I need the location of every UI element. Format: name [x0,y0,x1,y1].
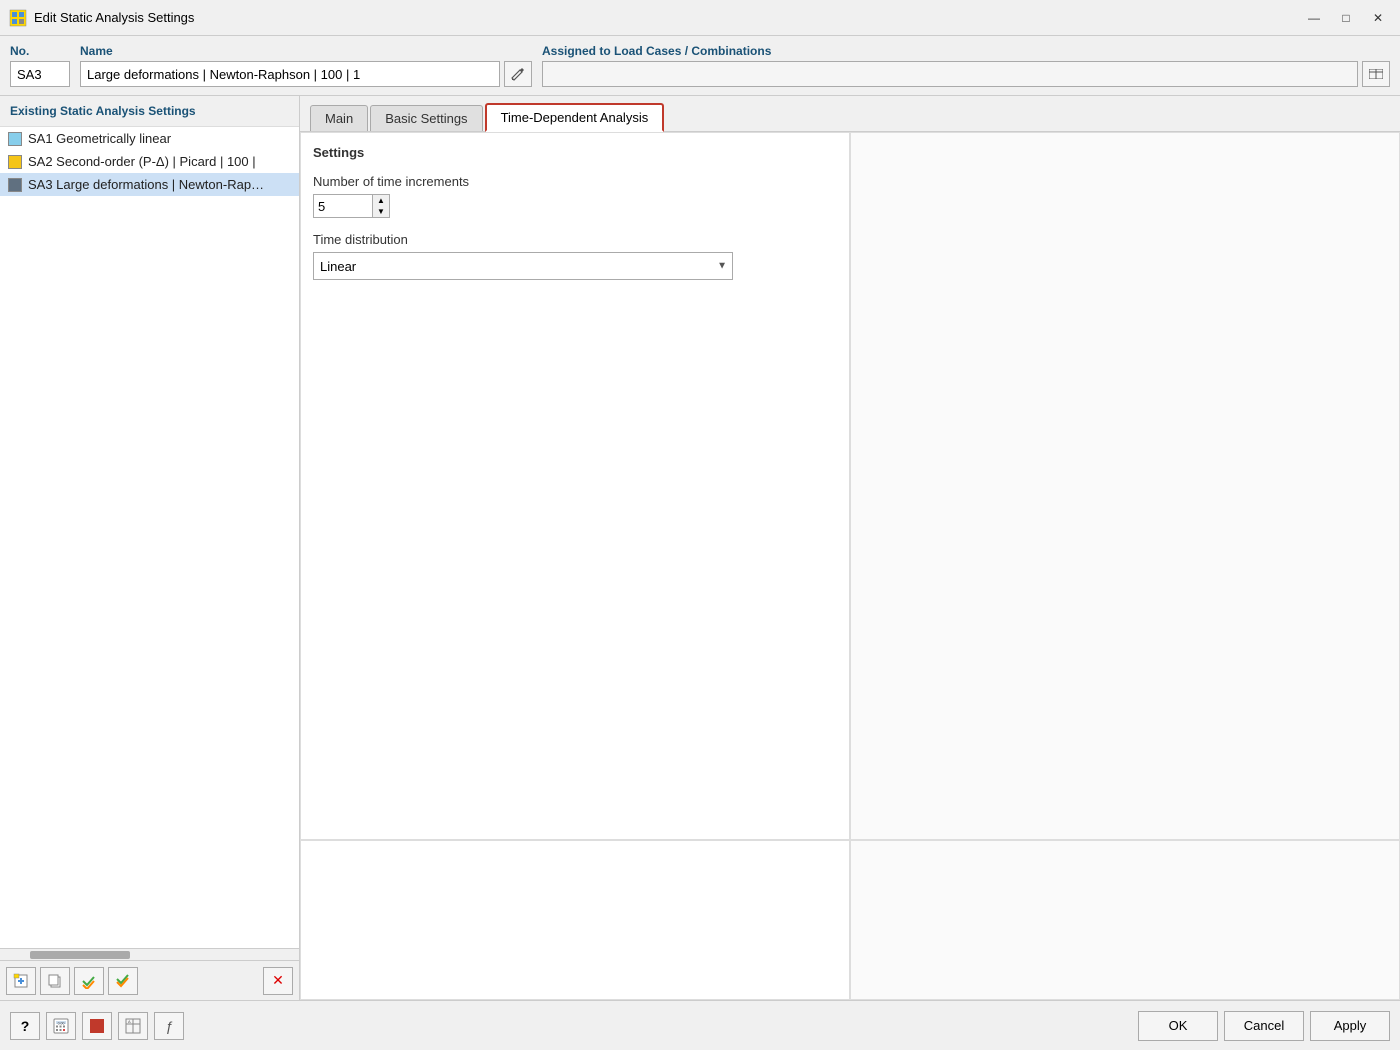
help-icon: ? [21,1018,30,1034]
right-panel: Main Basic Settings Time-Dependent Analy… [300,96,1400,1000]
svg-text:A: A [128,1019,131,1024]
no-field-group: No. [10,44,70,87]
maximize-button[interactable]: □ [1332,6,1360,30]
no-input[interactable] [10,61,70,87]
num-increments-down[interactable]: ▼ [373,206,389,217]
sidebar-list: SA1 Geometrically linear SA2 Second-orde… [0,127,299,948]
formula-button[interactable]: ƒ [154,1012,184,1040]
copy-item-button[interactable] [40,967,70,995]
sidebar-header: Existing Static Analysis Settings [0,96,299,127]
help-button[interactable]: ? [10,1012,40,1040]
bottom-bar-left: ? 0.00 A [10,1012,184,1040]
num-increments-spinner: ▲ ▼ [373,194,390,218]
check-icon-2 [115,973,131,989]
bottom-bar: ? 0.00 A [0,1000,1400,1050]
cancel-button[interactable]: Cancel [1224,1011,1304,1041]
check-button-1[interactable] [74,967,104,995]
new-icon [13,973,29,989]
sa2-color-swatch [8,155,22,169]
name-input-wrapper [80,61,532,87]
sidebar-item-sa3[interactable]: SA3 Large deformations | Newton-Rap… [0,173,299,196]
tab-basic-settings[interactable]: Basic Settings [370,105,482,131]
formula-icon: ƒ [165,1018,173,1034]
dialog-content: Existing Static Analysis Settings SA1 Ge… [0,96,1400,1000]
new-item-button[interactable] [6,967,36,995]
sa3-label: SA3 Large deformations | Newton-Rap… [28,177,264,192]
num-increments-input-wrapper: ▲ ▼ [313,194,837,218]
bottom-bar-right: OK Cancel Apply [1138,1011,1390,1041]
minimize-button[interactable]: — [1300,6,1328,30]
tabs-bar: Main Basic Settings Time-Dependent Analy… [300,96,1400,132]
edit-icon [511,67,525,81]
num-increments-input[interactable] [313,194,373,218]
sidebar-scrollbar[interactable] [0,948,299,960]
name-label: Name [80,44,532,58]
edit-name-button[interactable] [504,61,532,87]
table-icon [1369,69,1383,79]
calculator-icon: 0.00 [53,1018,69,1034]
no-label: No. [10,44,70,58]
assigned-label: Assigned to Load Cases / Combinations [542,44,1390,58]
dialog-header: No. Name Assigned to Load Cases / Combin… [0,36,1400,96]
check-icon-1 [81,973,97,989]
sidebar-item-sa1[interactable]: SA1 Geometrically linear [0,127,299,150]
table-view-icon: A [125,1018,141,1034]
time-dist-select[interactable]: Linear Logarithmic Custom [313,252,733,280]
sa1-color-swatch [8,132,22,146]
apply-button[interactable]: Apply [1310,1011,1390,1041]
time-dist-select-wrapper: Linear Logarithmic Custom ▼ [313,252,733,280]
sidebar-scrollbar-thumb [30,951,130,959]
tab-main[interactable]: Main [310,105,368,131]
content-grid: Settings Number of time increments ▲ ▼ T [300,132,1400,1000]
num-increments-field: Number of time increments ▲ ▼ [313,174,837,218]
calc-button[interactable]: 0.00 [46,1012,76,1040]
check-button-2[interactable] [108,967,138,995]
color-button[interactable] [82,1012,112,1040]
sa3-color-swatch [8,178,22,192]
assigned-input-wrapper [542,61,1390,87]
bottom-left-panel [300,840,850,1000]
time-dist-label: Time distribution [313,232,837,247]
num-increments-label: Number of time increments [313,174,837,189]
copy-icon [47,973,63,989]
section-title: Settings [313,145,837,160]
title-bar: Edit Static Analysis Settings — □ ✕ [0,0,1400,36]
sidebar: Existing Static Analysis Settings SA1 Ge… [0,96,300,1000]
sa2-label: SA2 Second-order (P-Δ) | Picard | 100 | [28,154,256,169]
assigned-browse-button[interactable] [1362,61,1390,87]
bottom-right-panel [850,840,1400,1000]
ok-button[interactable]: OK [1138,1011,1218,1041]
name-field-group: Name [80,44,532,87]
top-right-panel [850,132,1400,840]
delete-item-button[interactable]: ✕ [263,967,293,995]
name-input[interactable] [80,61,500,87]
tab-content: Settings Number of time increments ▲ ▼ T [300,132,1400,1000]
close-button[interactable]: ✕ [1364,6,1392,30]
tab-time-dependent[interactable]: Time-Dependent Analysis [485,103,665,132]
assigned-field-group: Assigned to Load Cases / Combinations [542,44,1390,87]
time-dist-field: Time distribution Linear Logarithmic Cus… [313,232,837,280]
num-increments-up[interactable]: ▲ [373,195,389,206]
table-view-button[interactable]: A [118,1012,148,1040]
sidebar-item-sa2[interactable]: SA2 Second-order (P-Δ) | Picard | 100 | [0,150,299,173]
window-title: Edit Static Analysis Settings [34,10,1300,25]
sidebar-toolbar: ✕ [0,960,299,1000]
settings-panel: Settings Number of time increments ▲ ▼ T [300,132,850,840]
app-icon [8,8,28,28]
sa1-label: SA1 Geometrically linear [28,131,171,146]
color-swatch-icon [90,1019,104,1033]
window-controls: — □ ✕ [1300,6,1392,30]
svg-text:0.00: 0.00 [58,1021,65,1025]
assigned-display [542,61,1358,87]
